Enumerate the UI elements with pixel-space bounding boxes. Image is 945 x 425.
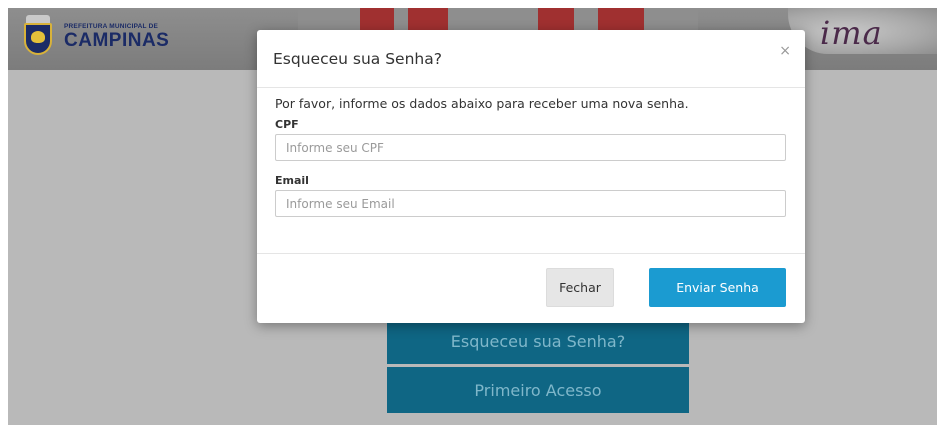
modal-instructions: Por favor, informe os dados abaixo para … — [275, 96, 689, 111]
close-button[interactable]: Fechar — [546, 268, 614, 307]
ima-logo: ima — [820, 14, 883, 52]
forgot-password-modal: Esqueceu sua Senha? × Por favor, informe… — [257, 30, 805, 323]
modal-title: Esqueceu sua Senha? — [273, 50, 442, 68]
cpf-label: CPF — [275, 118, 299, 131]
modal-header: Esqueceu sua Senha? × — [257, 30, 805, 88]
email-input[interactable] — [275, 190, 786, 217]
first-access-button[interactable]: Primeiro Acesso — [387, 367, 689, 413]
brand-name: CAMPINAS — [64, 30, 170, 51]
forgot-password-background-button[interactable]: Esqueceu sua Senha? — [387, 318, 689, 364]
send-password-button[interactable]: Enviar Senha — [649, 268, 786, 307]
campinas-logo: PREFEITURA MUNICIPAL DE CAMPINAS — [18, 14, 169, 60]
coat-of-arms-icon — [18, 15, 58, 59]
email-label: Email — [275, 174, 309, 187]
close-icon[interactable]: × — [779, 44, 791, 58]
modal-body: Por favor, informe os dados abaixo para … — [257, 88, 805, 254]
cpf-input[interactable] — [275, 134, 786, 161]
brand-text: PREFEITURA MUNICIPAL DE CAMPINAS — [64, 23, 169, 51]
